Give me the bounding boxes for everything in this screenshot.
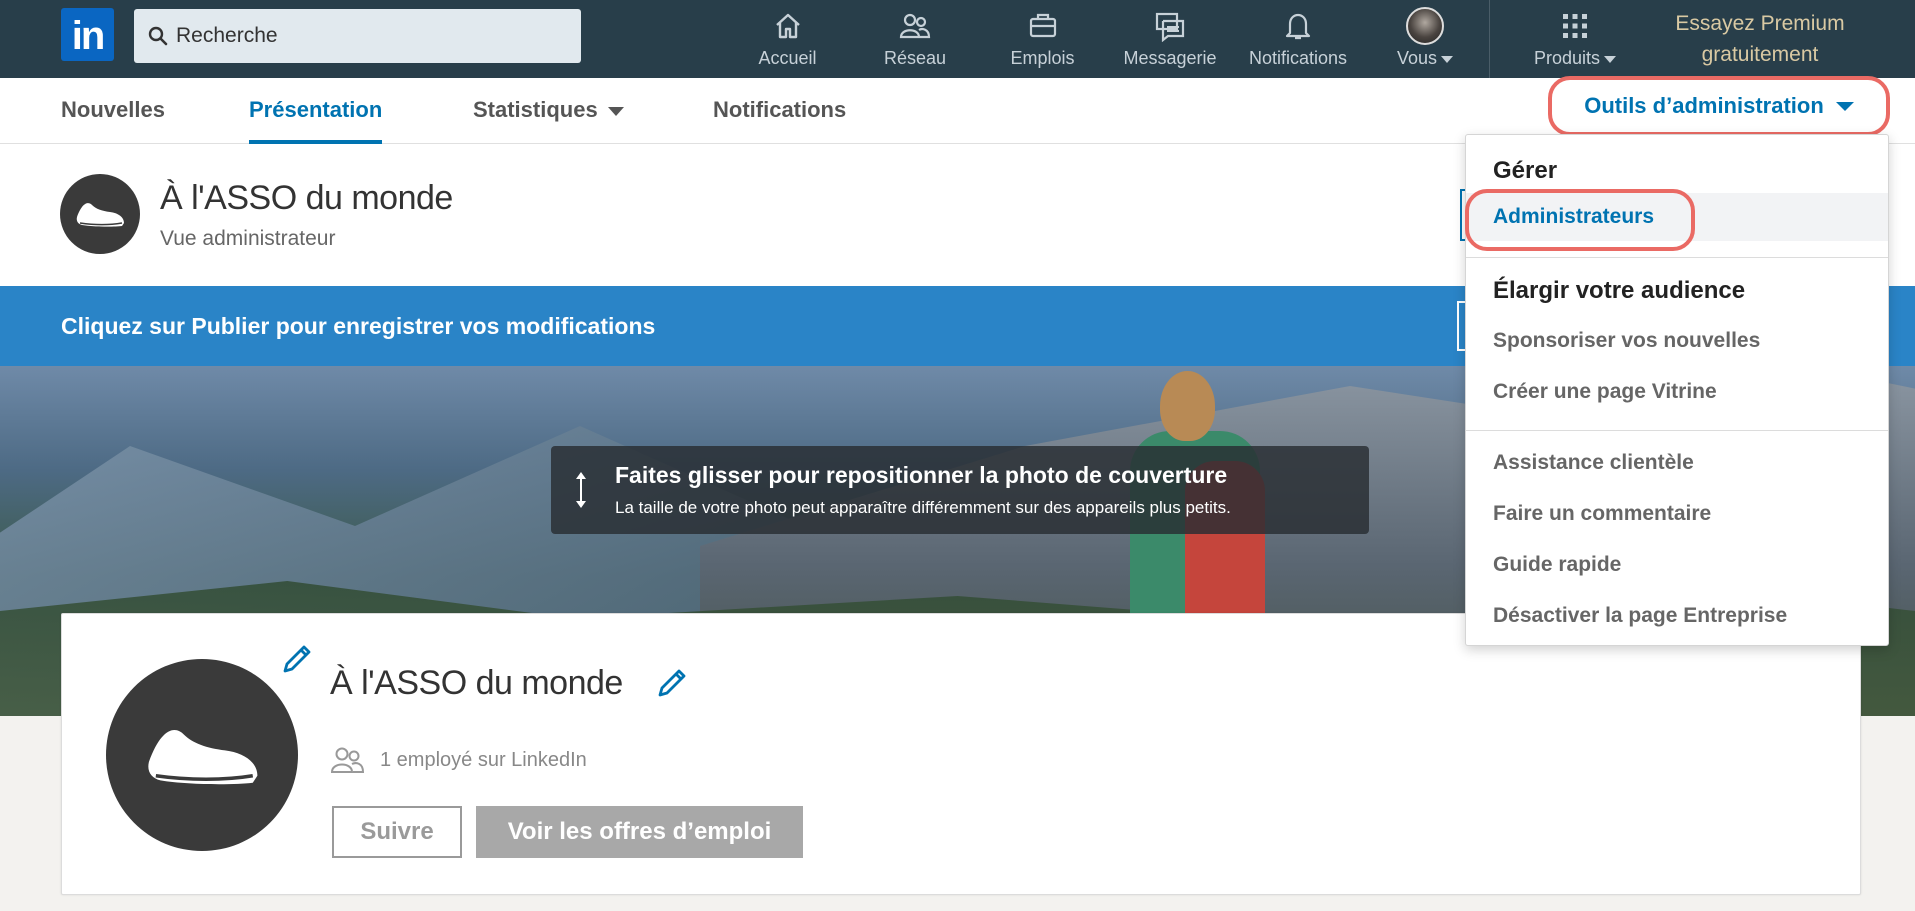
- search-box[interactable]: [134, 9, 581, 63]
- tab-statistics[interactable]: Statistiques: [473, 78, 624, 144]
- avatar: [1406, 7, 1444, 45]
- company-card: À l'ASSO du monde 1 employé sur LinkedIn…: [61, 613, 1861, 895]
- nav-divider: [1489, 0, 1490, 78]
- nav-label: Vous: [1397, 48, 1454, 69]
- admin-tools-button[interactable]: Outils d’administration: [1548, 76, 1890, 136]
- dropdown-item-support[interactable]: Assistance clientèle: [1493, 451, 1694, 475]
- tab-overview[interactable]: Présentation: [249, 78, 383, 144]
- nav-label: Accueil: [758, 48, 817, 68]
- edit-logo-pencil-icon[interactable]: [280, 642, 314, 676]
- nav-item-network[interactable]: Réseau: [870, 8, 960, 72]
- nav-label: Produits: [1534, 48, 1617, 69]
- nav-item-messaging[interactable]: Messagerie: [1112, 8, 1228, 72]
- nav-item-me[interactable]: Vous: [1385, 7, 1465, 72]
- nav-item-home[interactable]: Accueil: [745, 8, 830, 72]
- admin-tools-label: Outils d’administration: [1584, 93, 1824, 118]
- bell-icon: [1285, 13, 1311, 40]
- dropdown-item-deactivate[interactable]: Désactiver la page Entreprise: [1493, 604, 1787, 628]
- view-jobs-button[interactable]: Voir les offres d’emploi: [476, 806, 803, 858]
- nav-label: Messagerie: [1123, 48, 1217, 68]
- employee-count[interactable]: 1 employé sur LinkedIn: [330, 746, 587, 774]
- premium-line-1: Essayez Premium: [1675, 12, 1845, 35]
- nav-label: Notifications: [1248, 48, 1348, 68]
- company-name: À l'ASSO du monde: [330, 664, 623, 702]
- dropdown-heading-audience: Élargir votre audience: [1493, 277, 1746, 304]
- dropdown-item-sponsor[interactable]: Sponsoriser vos nouvelles: [1493, 329, 1760, 353]
- briefcase-icon: [1029, 13, 1056, 38]
- messaging-icon: [1155, 12, 1185, 42]
- nav-label: Réseau: [883, 48, 947, 68]
- dropdown-item-guide[interactable]: Guide rapide: [1493, 553, 1621, 577]
- nav-label: Emplois: [1010, 48, 1075, 68]
- top-navigation: in Accueil Réseau Emplois Messagerie Not…: [0, 0, 1915, 78]
- people-icon: [330, 747, 364, 773]
- edit-name-pencil-icon[interactable]: [655, 666, 689, 700]
- reposition-tooltip: Faites glisser pour repositionner la pho…: [551, 446, 1369, 534]
- follow-button[interactable]: Suivre: [332, 806, 462, 858]
- premium-link[interactable]: Essayez Premium gratuitement: [1640, 8, 1880, 70]
- dropdown-item-feedback[interactable]: Faire un commentaire: [1493, 502, 1711, 526]
- linkedin-logo[interactable]: in: [61, 8, 114, 61]
- company-logo-large[interactable]: [106, 659, 298, 851]
- chevron-down-icon: [1604, 55, 1617, 63]
- sneaker-icon: [76, 203, 124, 227]
- search-input[interactable]: [176, 24, 556, 48]
- page-subtitle: Vue administrateur: [160, 227, 336, 250]
- banner-text: Cliquez sur Publier pour enregistrer vos…: [61, 313, 656, 339]
- sneaker-icon: [148, 730, 258, 785]
- hiker-head: [1160, 371, 1215, 441]
- tooltip-title: Faites glisser pour repositionner la pho…: [615, 462, 1228, 488]
- nav-item-products[interactable]: Produits: [1515, 8, 1635, 72]
- home-icon: [775, 13, 800, 39]
- network-icon: [899, 13, 931, 39]
- grid-icon: [1563, 14, 1587, 38]
- search-icon: [148, 26, 168, 46]
- premium-line-2: gratuitement: [1701, 43, 1819, 66]
- chevron-down-icon: [1835, 101, 1854, 111]
- chevron-down-icon: [1441, 55, 1454, 63]
- employee-count-text: 1 employé sur LinkedIn: [380, 748, 587, 771]
- vertical-arrows-icon: [576, 472, 586, 508]
- dropdown-heading-manage: Gérer: [1493, 157, 1558, 184]
- highlight-ring: [1465, 189, 1695, 251]
- dropdown-divider: [1466, 257, 1888, 258]
- page-title: À l'ASSO du monde: [160, 179, 453, 217]
- dropdown-divider: [1466, 430, 1888, 431]
- nav-item-jobs[interactable]: Emplois: [1000, 8, 1085, 72]
- nav-item-notifications[interactable]: Notifications: [1238, 8, 1358, 72]
- admin-tools-dropdown: Gérer Administrateurs Élargir votre audi…: [1465, 134, 1889, 646]
- tab-news[interactable]: Nouvelles: [61, 78, 165, 144]
- dropdown-item-showcase[interactable]: Créer une page Vitrine: [1493, 380, 1717, 404]
- company-logo: [60, 174, 140, 254]
- tooltip-subtitle: La taille de votre photo peut apparaître…: [615, 498, 1231, 517]
- chevron-down-icon: [607, 106, 624, 116]
- tab-notifications[interactable]: Notifications: [713, 78, 846, 144]
